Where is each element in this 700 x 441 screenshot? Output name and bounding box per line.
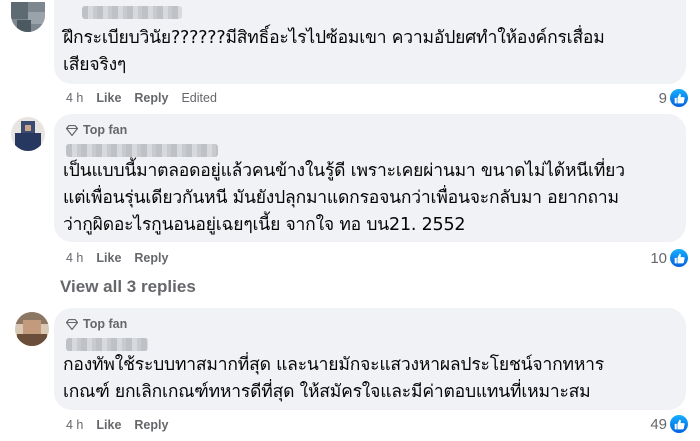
- badge-label: Top fan: [83, 317, 128, 331]
- diamond-icon: [66, 318, 78, 330]
- comment-text: เป็นแบบนี้มาตลอดอยู่แล้วคนข้างในรู้ดี เพ…: [63, 161, 625, 235]
- like-button[interactable]: Like: [96, 418, 121, 432]
- comment-bubble: Top fan เป็นแบบนี้มาตลอดอยู่แล้วคนข้างใน…: [54, 114, 686, 242]
- comment-bubble: Top fan กองทัพใช้ระบบทาสมากที่สุด และนาย…: [54, 308, 686, 410]
- like-button[interactable]: Like: [96, 91, 121, 105]
- author-name-redacted[interactable]: [66, 144, 218, 157]
- thumbs-up-icon: [670, 415, 688, 433]
- comment-text: กองทัพใช้ระบบทาสมากที่สุด และนายมักจะแสว…: [63, 355, 604, 402]
- reaction-count: 9: [658, 89, 667, 107]
- comment-actions: 4 h Like Reply: [66, 418, 168, 432]
- badge-label: Top fan: [83, 123, 128, 137]
- view-all-replies-link[interactable]: View all 3 replies: [60, 277, 196, 297]
- thumbs-up-icon: [670, 89, 688, 107]
- timestamp[interactable]: 4 h: [66, 91, 83, 105]
- edited-label[interactable]: Edited: [181, 91, 216, 105]
- author-name-redacted[interactable]: [82, 6, 182, 19]
- comment-actions: 4 h Like Reply Edited: [66, 91, 217, 105]
- comment-bubble: ฝึกระเบียบวินัย??????มีสิทธิ์อะไรไปซ้อมเ…: [54, 0, 686, 84]
- diamond-icon: [66, 124, 78, 136]
- reply-button[interactable]: Reply: [134, 91, 168, 105]
- timestamp[interactable]: 4 h: [66, 251, 83, 265]
- thumbs-up-icon: [670, 249, 688, 267]
- timestamp[interactable]: 4 h: [66, 418, 83, 432]
- reply-button[interactable]: Reply: [134, 418, 168, 432]
- reaction-count: 49: [650, 415, 667, 433]
- top-fan-badge[interactable]: Top fan: [66, 123, 127, 137]
- top-fan-badge[interactable]: Top fan: [66, 317, 127, 331]
- comment-text: ฝึกระเบียบวินัย??????มีสิทธิ์อะไรไปซ้อมเ…: [63, 28, 605, 75]
- reaction-count: 10: [650, 249, 667, 267]
- reaction-summary[interactable]: 9: [659, 89, 688, 107]
- comment-actions: 4 h Like Reply: [66, 251, 168, 265]
- like-button[interactable]: Like: [96, 251, 121, 265]
- reaction-summary[interactable]: 10: [650, 249, 688, 267]
- reply-button[interactable]: Reply: [134, 251, 168, 265]
- avatar[interactable]: [11, 117, 45, 151]
- avatar[interactable]: [15, 312, 49, 346]
- avatar[interactable]: [11, 2, 45, 32]
- reaction-summary[interactable]: 49: [650, 415, 688, 433]
- author-name-redacted[interactable]: [66, 338, 148, 351]
